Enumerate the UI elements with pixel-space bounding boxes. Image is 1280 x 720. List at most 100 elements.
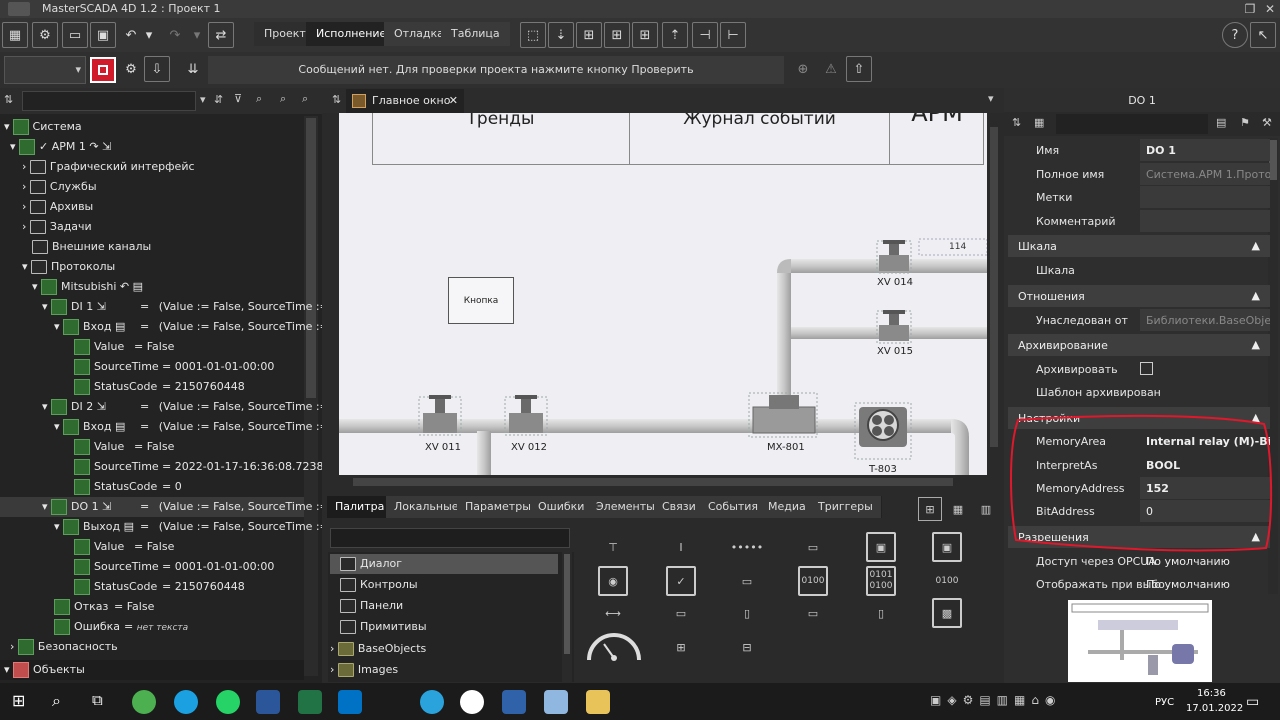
radio-element-icon[interactable]: ◉ (598, 566, 628, 596)
categories-icon[interactable]: ▦ (1034, 116, 1044, 129)
check-1-icon[interactable]: ⊕ (790, 56, 816, 82)
hscale-element-icon[interactable]: ⊞ (666, 632, 696, 662)
tree-node-objects[interactable]: ▾ Объекты (0, 660, 304, 680)
palette-search-input[interactable] (330, 528, 570, 548)
outlook-app-icon[interactable] (338, 690, 362, 714)
switch-icon[interactable]: ⇄ (208, 22, 234, 48)
wrench-icon[interactable]: ⚒ (1262, 116, 1272, 129)
section-relations[interactable]: Отношения ▲ (1008, 285, 1270, 307)
clock-time[interactable]: 16:36 (1197, 688, 1226, 699)
tab-links[interactable]: Связи (654, 496, 705, 518)
range-element-icon[interactable]: ⟷ (598, 598, 628, 628)
help-icon[interactable]: ? (1222, 22, 1248, 48)
tab-local[interactable]: Локальные (386, 496, 468, 518)
lock-element-icon[interactable]: ▣ (932, 532, 962, 562)
binary-display-icon[interactable]: 0101 0100 (866, 566, 896, 596)
clock-date[interactable]: 17.01.2022 (1186, 703, 1243, 714)
doc-tab-menu-icon[interactable]: ⇅ (332, 93, 341, 106)
keyboard-language[interactable]: РУС (1155, 697, 1174, 708)
tree-node-di2-input[interactable]: ▾ Вход ▤ (54, 417, 125, 437)
numeric-display-icon[interactable]: 0100 (798, 566, 828, 596)
minimap[interactable] (1068, 600, 1212, 682)
vscale-element-icon[interactable]: ⊟ (732, 632, 762, 662)
flag-icon[interactable]: ⚑ (1240, 116, 1250, 129)
filter-icon[interactable]: ⊽ (234, 92, 242, 105)
task-view-icon[interactable]: ⧉ (92, 691, 103, 709)
redo-dropdown-icon[interactable]: ▾ (190, 22, 204, 48)
tree-node-services[interactable]: › Службы (22, 177, 97, 197)
checker-element-icon[interactable]: ▩ (932, 598, 962, 628)
open-icon[interactable]: ▭ (62, 22, 88, 48)
grid-icon[interactable]: ▦ (2, 22, 28, 48)
tb-align-5-icon[interactable]: ⊞ (632, 22, 658, 48)
tb-align-3-icon[interactable]: ⊞ (576, 22, 602, 48)
list-view-icon[interactable]: ▤ (1216, 116, 1226, 129)
tree-node-sourcetime[interactable]: SourceTime (74, 457, 159, 477)
notifications-icon[interactable]: ▭ (1246, 694, 1259, 710)
word-app-icon[interactable] (256, 690, 280, 714)
close-button[interactable]: ✕ (1260, 0, 1280, 18)
tb-align-1-icon[interactable]: ⬚ (520, 22, 546, 48)
section-scale[interactable]: Шкала ▲ (1008, 235, 1270, 257)
run-settings-icon[interactable]: ⚙ (118, 56, 144, 82)
view-table-icon[interactable]: ▦ (946, 497, 970, 521)
config-select[interactable]: ▾ (4, 56, 86, 84)
palette-item-panels[interactable]: Панели (330, 596, 558, 616)
tree-node-archives[interactable]: › Архивы (22, 197, 93, 217)
tray-icons[interactable]: ▣◈⚙▤▥▦⌂◉ (930, 693, 1130, 711)
zoom-out-icon[interactable]: ⌕ (302, 92, 308, 106)
prop-fullname-field[interactable]: Система.АРМ 1.Протоколы (1140, 163, 1270, 185)
text-element-icon[interactable]: ⊤ (598, 532, 628, 562)
skype-app-icon[interactable] (174, 690, 198, 714)
check-2-icon[interactable]: ⚠ (818, 56, 844, 82)
excel-app-icon[interactable] (298, 690, 322, 714)
spinner-icon[interactable]: ▭ (798, 532, 828, 562)
tree-node-sourcetime[interactable]: SourceTime (74, 557, 159, 577)
redo-icon[interactable]: ↷ (162, 22, 188, 48)
close-icon[interactable]: ✕ (449, 89, 458, 113)
settings-icon[interactable]: ⚙ (32, 22, 58, 48)
whatsapp-app-icon[interactable] (216, 690, 240, 714)
tree-node-do1-output[interactable]: ▾ Выход ▤ (54, 517, 134, 537)
password-input-icon[interactable]: ••••• (731, 532, 763, 562)
palette-item-controls[interactable]: Контролы (330, 575, 558, 595)
start-icon[interactable]: ⊞ (12, 693, 28, 709)
stop-button[interactable] (90, 57, 116, 83)
tree-node-security[interactable]: › Безопасность (10, 637, 118, 657)
tb-align-8-icon[interactable]: ⊢ (720, 22, 746, 48)
pointer-icon[interactable]: ↖ (1250, 22, 1276, 48)
tb-align-6-icon[interactable]: ⇡ (662, 22, 688, 48)
tab-triggers[interactable]: Триггеры (810, 496, 882, 518)
properties-search[interactable] (1056, 114, 1208, 134)
yandex-app-icon[interactable] (460, 690, 484, 714)
doc-tab-dropdown-icon[interactable]: ▾ (988, 92, 994, 105)
tab-palette[interactable]: Палитра (327, 496, 394, 518)
undo-dropdown-icon[interactable]: ▾ (142, 22, 156, 48)
tree-node-statuscode[interactable]: StatusCode (74, 477, 157, 497)
sort-icon[interactable]: ⇅ (1012, 116, 1021, 129)
text-input-icon[interactable]: I (666, 532, 696, 562)
paint-app-icon[interactable] (586, 690, 610, 714)
tb-align-4-icon[interactable]: ⊞ (604, 22, 630, 48)
gauge-element-icon[interactable] (584, 626, 644, 662)
prop-inherited-field[interactable]: Библиотеки.BaseObjects.К (1140, 309, 1270, 331)
search-icon[interactable]: ⌕ (256, 92, 262, 106)
prop-comment-field[interactable] (1140, 210, 1270, 232)
tree-node-mitsubishi[interactable]: ▾ Mitsubishi ↶ ▤ (32, 277, 143, 297)
palette-item-images[interactable]: › Images (330, 660, 558, 680)
save-icon[interactable]: ▣ (90, 22, 116, 48)
combobox-element-icon[interactable]: ▭ (732, 566, 762, 596)
search-icon[interactable]: ⌕ (52, 691, 61, 711)
tree-node-value[interactable]: Value (74, 537, 124, 557)
section-archive[interactable]: Архивирование ▲ (1008, 334, 1270, 356)
tab-events[interactable]: События (700, 496, 768, 518)
tree-node-fault[interactable]: Отказ (54, 597, 108, 617)
torrent-app-icon[interactable] (132, 690, 156, 714)
prop-name-field[interactable]: DO 1 (1140, 139, 1270, 161)
notepad-app-icon[interactable] (544, 690, 568, 714)
tab-media[interactable]: Медиа (760, 496, 815, 518)
tree-node-value[interactable]: Value (74, 337, 124, 357)
prop-tags-field[interactable] (1140, 186, 1270, 208)
download-icon[interactable]: ⇩ (144, 56, 170, 82)
restore-button[interactable]: ❐ (1240, 0, 1260, 18)
